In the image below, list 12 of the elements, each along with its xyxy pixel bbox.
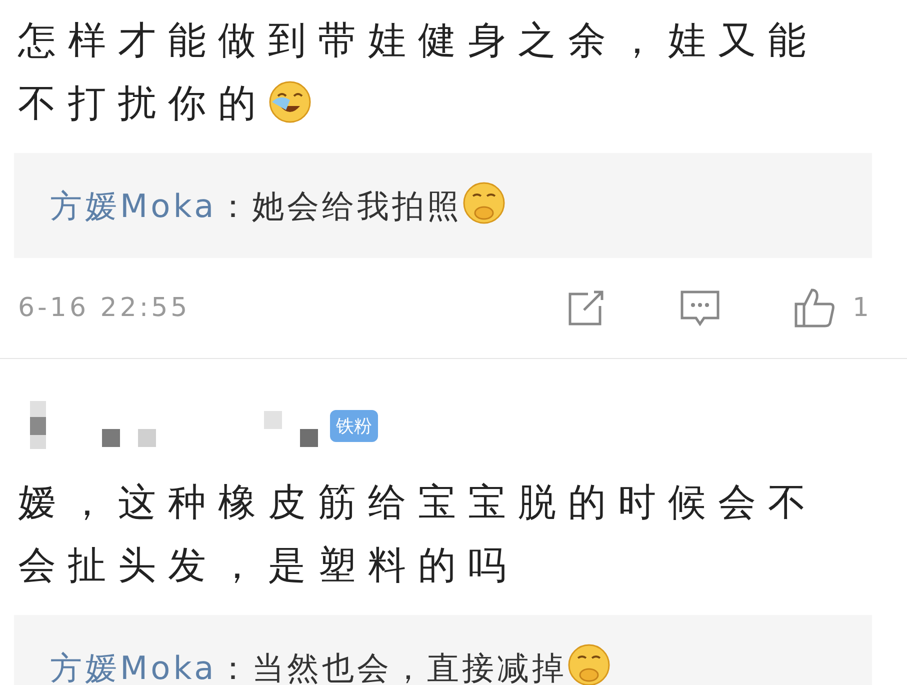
reply-text: ：她会给我拍照 [216,187,462,225]
comment-text: 嫒，这种橡皮筋给宝宝脱的时候会不 [18,480,818,524]
comment-text: 怎样才能做到带娃健身之余，娃又能 [18,18,818,62]
reply-author[interactable]: 方媛Moka [50,649,217,685]
thumbs-up-icon[interactable] [792,286,836,330]
reply-author[interactable]: 方媛Moka [50,187,217,225]
comment-text: 不打扰你的 [18,81,268,125]
badge: 铁粉 [330,410,378,442]
comment-time: 6-16 22:55 [18,293,192,323]
reply-text: ：当然也会，直接减掉 [216,649,567,685]
comment-text: 会扯头发，是塑料的吗 [18,543,518,587]
like-count: 1 [852,293,869,323]
